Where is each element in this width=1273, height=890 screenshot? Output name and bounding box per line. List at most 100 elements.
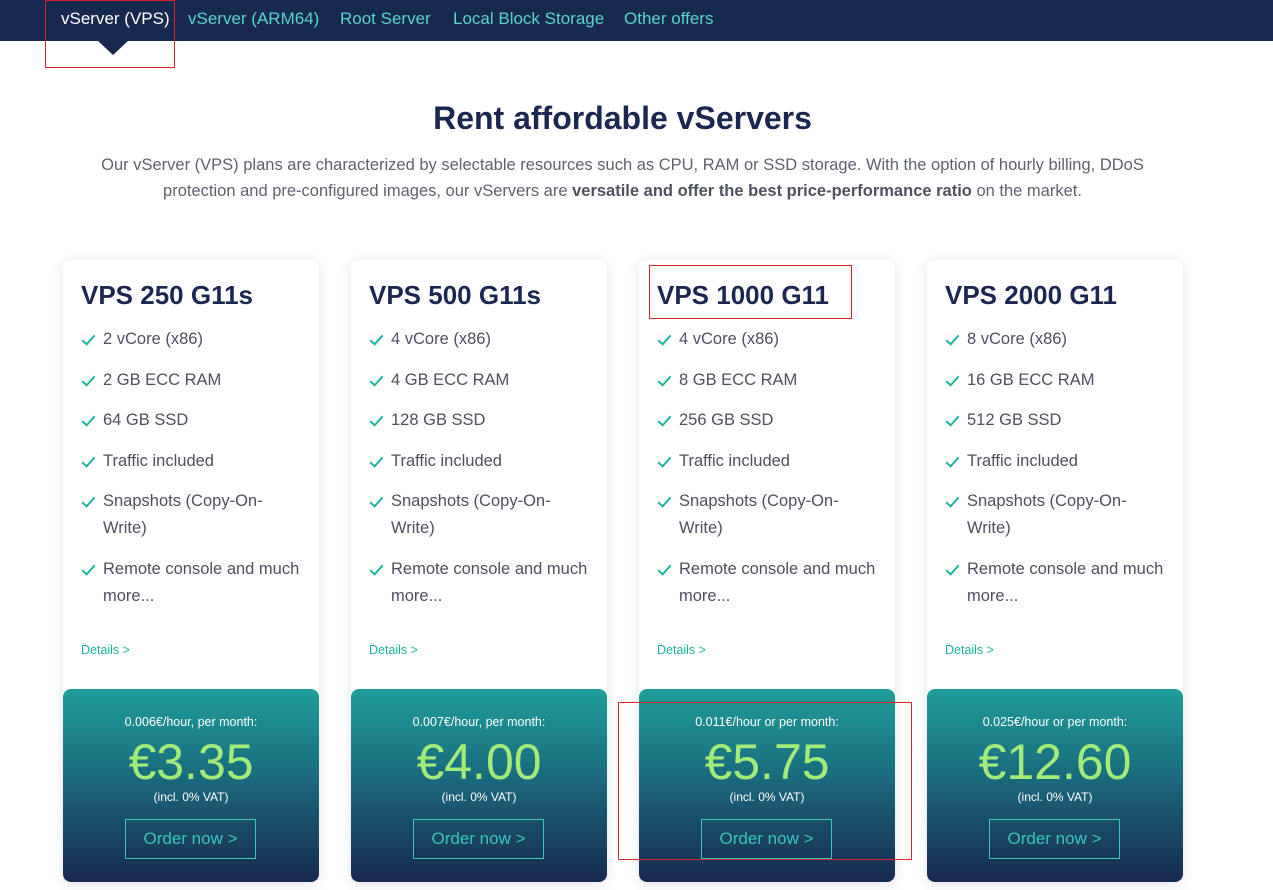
feature-text: Remote console and much more...: [103, 559, 300, 605]
feature-list: 2 vCore (x86) 2 GB ECC RAM 64 GB SSD Tra…: [81, 326, 306, 623]
feature-list: 4 vCore (x86) 8 GB ECC RAM 256 GB SSD Tr…: [657, 326, 882, 623]
top-nav: vServer (VPS) vServer (ARM64) Root Serve…: [0, 0, 1273, 41]
feature-text: 8 vCore (x86): [967, 330, 1067, 348]
monthly-price: €5.75: [704, 734, 830, 790]
check-icon: [945, 331, 960, 346]
check-icon: [369, 412, 384, 427]
feature-text: Traffic included: [103, 451, 214, 470]
plan-title: VPS 500 G11s: [369, 280, 542, 310]
check-icon: [369, 493, 384, 508]
nav-tab-vserver-arm64[interactable]: vServer (ARM64): [188, 0, 319, 41]
check-icon: [81, 560, 96, 576]
check-icon: [945, 452, 960, 468]
feature-item: 256 GB SSD: [657, 407, 882, 434]
check-icon: [369, 560, 384, 576]
feature-text: Snapshots (Copy-On-Write): [679, 492, 839, 537]
plan-card-vps-500: VPS 500 G11s 4 vCore (x86) 4 GB ECC RAM …: [351, 260, 607, 882]
price-note: 0.007€/hour, per month:: [412, 715, 546, 729]
nav-tab-root-server[interactable]: Root Server: [340, 0, 431, 41]
details-link[interactable]: Details >: [657, 643, 706, 657]
feature-text: Traffic included: [967, 451, 1078, 470]
price-note: 0.011€/hour or per month:: [695, 715, 839, 729]
order-now-button[interactable]: Order now >: [413, 819, 544, 859]
check-icon: [81, 412, 96, 427]
plan-title: VPS 2000 G11: [945, 280, 1118, 310]
price-panel: 0.006€/hour, per month: €3.35 (incl. 0% …: [63, 689, 319, 882]
feature-text: 4 vCore (x86): [391, 330, 491, 348]
check-icon: [657, 371, 672, 387]
feature-text: Traffic included: [679, 451, 790, 470]
check-icon: [657, 412, 672, 427]
feature-text: 16 GB ECC RAM: [967, 370, 1095, 389]
check-icon: [945, 371, 960, 387]
feature-item: Remote console and much more...: [81, 556, 306, 610]
feature-item: 8 vCore (x86): [945, 326, 1170, 353]
details-link[interactable]: Details >: [81, 643, 130, 657]
check-icon: [81, 371, 96, 387]
details-link[interactable]: Details >: [945, 643, 994, 657]
order-now-button[interactable]: Order now >: [989, 819, 1120, 859]
feature-item: Snapshots (Copy-On-Write): [369, 488, 594, 542]
price-panel: 0.011€/hour or per month: €5.75 (incl. 0…: [639, 689, 895, 882]
feature-item: Remote console and much more...: [945, 556, 1170, 610]
feature-item: Traffic included: [657, 448, 882, 475]
feature-text: 2 GB ECC RAM: [103, 370, 222, 389]
check-icon: [945, 493, 960, 508]
plan-card-vps-2000: VPS 2000 G11 8 vCore (x86) 16 GB ECC RAM…: [927, 260, 1183, 882]
order-now-button[interactable]: Order now >: [125, 819, 256, 859]
feature-item: 128 GB SSD: [369, 407, 594, 434]
order-now-button[interactable]: Order now >: [701, 819, 832, 859]
feature-text: Remote console and much more...: [391, 559, 588, 605]
monthly-price: €3.35: [128, 734, 254, 790]
feature-text: 512 GB SSD: [967, 411, 1062, 429]
feature-text: Snapshots (Copy-On-Write): [967, 492, 1127, 537]
page-intro: Our vServer (VPS) plans are characterize…: [95, 152, 1150, 204]
feature-text: Traffic included: [391, 451, 502, 470]
check-icon: [369, 452, 384, 468]
check-icon: [657, 560, 672, 576]
check-icon: [81, 331, 96, 346]
intro-text-end: on the market.: [971, 182, 1082, 200]
feature-item: Snapshots (Copy-On-Write): [945, 488, 1170, 542]
check-icon: [81, 493, 96, 508]
page-title: Rent affordable vServers: [433, 100, 812, 136]
price-panel: 0.007€/hour, per month: €4.00 (incl. 0% …: [351, 689, 607, 882]
feature-item: Remote console and much more...: [657, 556, 882, 610]
vat-note: (incl. 0% VAT): [153, 790, 229, 804]
feature-text: 8 GB ECC RAM: [679, 370, 798, 389]
feature-text: 128 GB SSD: [391, 411, 486, 429]
details-link[interactable]: Details >: [369, 643, 418, 657]
price-note: 0.025€/hour or per month:: [982, 715, 1128, 729]
feature-text: 64 GB SSD: [103, 411, 189, 429]
check-icon: [369, 371, 384, 387]
feature-item: 8 GB ECC RAM: [657, 367, 882, 394]
check-icon: [945, 412, 960, 427]
price-panel: 0.025€/hour or per month: €12.60 (incl. …: [927, 689, 1183, 882]
check-icon: [369, 331, 384, 346]
feature-item: Traffic included: [369, 448, 594, 475]
monthly-price: €12.60: [978, 734, 1132, 790]
feature-item: Traffic included: [81, 448, 306, 475]
vat-note: (incl. 0% VAT): [1017, 790, 1093, 804]
feature-item: Traffic included: [945, 448, 1170, 475]
feature-item: 16 GB ECC RAM: [945, 367, 1170, 394]
feature-text: Snapshots (Copy-On-Write): [391, 492, 551, 537]
nav-tab-other-offers[interactable]: Other offers: [624, 0, 713, 41]
feature-text: 4 GB ECC RAM: [391, 370, 510, 389]
check-icon: [657, 493, 672, 508]
feature-item: 4 GB ECC RAM: [369, 367, 594, 394]
nav-tab-local-block-storage[interactable]: Local Block Storage: [453, 0, 604, 41]
feature-text: 4 vCore (x86): [679, 330, 779, 348]
check-icon: [81, 452, 96, 468]
feature-item: 2 vCore (x86): [81, 326, 306, 353]
feature-item: 4 vCore (x86): [369, 326, 594, 353]
feature-item: Snapshots (Copy-On-Write): [657, 488, 882, 542]
feature-list: 8 vCore (x86) 16 GB ECC RAM 512 GB SSD T…: [945, 326, 1170, 623]
active-tab-pointer: [97, 40, 129, 55]
feature-item: 64 GB SSD: [81, 407, 306, 434]
nav-tab-vserver-vps[interactable]: vServer (VPS): [61, 0, 170, 41]
vat-note: (incl. 0% VAT): [729, 790, 805, 804]
intro-emphasis: versatile and offer the best price-perfo…: [572, 182, 972, 200]
plan-title: VPS 250 G11s: [81, 280, 254, 310]
check-icon: [945, 560, 960, 576]
